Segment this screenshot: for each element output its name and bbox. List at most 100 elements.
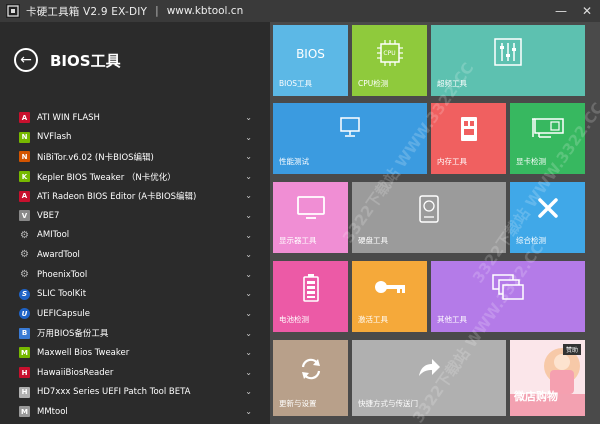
tile-label: BIOS工具 <box>279 79 313 88</box>
tool-item[interactable]: K Kepler BIOS Tweaker （N卡优化） ⌄ <box>0 167 270 187</box>
tile-gpu-check[interactable]: 显卡检测 <box>510 103 585 174</box>
tile-performance[interactable]: 性能测试 <box>273 103 427 174</box>
window-title: 卡硬工具箱 V2.9 EX-DIY <box>26 5 148 18</box>
tool-label: HawaiiBiosReader <box>37 367 114 378</box>
tile-label: 激活工具 <box>358 315 388 324</box>
tool-item[interactable]: U UEFICapsule ⌄ <box>0 304 270 324</box>
tile-label: 显示器工具 <box>279 236 317 245</box>
tile-label: 更新与设置 <box>279 399 317 408</box>
back-arrow-icon[interactable]: ← <box>14 48 38 72</box>
chevron-down-icon[interactable]: ⌄ <box>245 211 252 220</box>
slic-icon: S <box>19 288 30 300</box>
tool-item[interactable]: H HawaiiBiosReader ⌄ <box>0 363 270 383</box>
chevron-down-icon[interactable]: ⌄ <box>245 348 252 357</box>
tile-bios-tools[interactable]: BIOS BIOS工具 <box>273 25 348 96</box>
chevron-down-icon[interactable]: ⌄ <box>245 133 252 142</box>
tile-display[interactable]: 显示器工具 <box>273 182 348 253</box>
chevron-down-icon[interactable]: ⌄ <box>245 309 252 318</box>
app-icon: V <box>19 210 30 222</box>
tool-item[interactable]: A ATI WIN FLASH ⌄ <box>0 108 270 128</box>
tool-item[interactable]: A ATi Radeon BIOS Editor (A卡BIOS编辑) ⌄ <box>0 186 270 206</box>
website-link[interactable]: www.kbtool.cn <box>167 5 244 17</box>
nvidia-icon: K <box>19 171 30 183</box>
display-icon <box>273 195 348 225</box>
mmtool-icon: M <box>19 406 30 418</box>
bios-icon: BIOS <box>296 47 325 61</box>
chevron-down-icon[interactable]: ⌄ <box>245 407 252 416</box>
tile-other-tools[interactable]: 其他工具 <box>431 261 585 332</box>
tool-label: Kepler BIOS Tweaker （N卡优化） <box>37 172 176 183</box>
tile-label: 性能测试 <box>279 157 309 166</box>
nvidia-icon: M <box>19 347 30 359</box>
tile-cpu-check[interactable]: CPU CPU检测 <box>352 25 427 96</box>
sponsor-badge: 赞助 <box>562 344 581 355</box>
tile-label: 超频工具 <box>437 79 467 88</box>
chevron-down-icon[interactable]: ⌄ <box>245 191 252 200</box>
tool-item[interactable]: S SLIC ToolKit ⌄ <box>0 284 270 304</box>
chevron-down-icon[interactable]: ⌄ <box>245 250 252 259</box>
tile-overclock[interactable]: 超频工具 <box>431 25 585 96</box>
sliders-icon <box>431 37 585 71</box>
tile-label: 快捷方式与传送门 <box>358 399 418 408</box>
gear-icon: ⚙ <box>20 229 29 241</box>
gear-icon: ⚙ <box>20 249 29 261</box>
tile-label: CPU检测 <box>358 79 389 88</box>
tile-label: 硬盘工具 <box>358 236 388 245</box>
chevron-down-icon[interactable]: ⌄ <box>245 172 252 181</box>
tool-item[interactable]: ⚙ PhoenixTool ⌄ <box>0 265 270 285</box>
ad-banner[interactable]: 赞助 微店购物 <box>510 340 585 416</box>
tool-label: PhoenixTool <box>37 269 88 280</box>
tile-activation[interactable]: 激活工具 <box>352 261 427 332</box>
left-panel: ← BIOS工具 A ATI WIN FLASH ⌄ N NVFlash ⌄ N NiBi… <box>0 22 270 424</box>
tile-disk[interactable]: 硬盘工具 <box>352 182 506 253</box>
tile-integrated-check[interactable]: 综合检测 <box>510 182 585 253</box>
chevron-down-icon[interactable]: ⌄ <box>245 368 252 377</box>
share-arrow-icon <box>352 356 506 384</box>
title-separator: | <box>155 5 159 17</box>
tool-item[interactable]: V VBE7 ⌄ <box>0 206 270 226</box>
tile-shortcut-portal[interactable]: 快捷方式与传送门 <box>352 340 506 416</box>
tool-item[interactable]: M MMtool ⌄ <box>0 402 270 422</box>
tile-grid: BIOS BIOS工具 CPU CPU检测 超频工具 性能测试 内存工具 显卡检… <box>270 22 600 424</box>
tool-list: A ATI WIN FLASH ⌄ N NVFlash ⌄ N NiBiTor.v6.02… <box>0 108 270 422</box>
tile-update-settings[interactable]: 更新与设置 <box>273 340 348 416</box>
tool-label: HD7xxx Series UEFI Patch Tool BETA <box>37 387 191 398</box>
tool-label: NVFlash <box>37 132 72 143</box>
minimize-button[interactable]: — <box>548 0 574 22</box>
chevron-down-icon[interactable]: ⌄ <box>245 387 252 396</box>
tool-item[interactable]: N NiBiTor.v6.02 (N卡BIOS编辑) ⌄ <box>0 147 270 167</box>
chevron-down-icon[interactable]: ⌄ <box>245 329 252 338</box>
chevron-down-icon[interactable]: ⌄ <box>245 152 252 161</box>
hard-disk-icon <box>352 194 506 228</box>
tile-memory[interactable]: 内存工具 <box>431 103 506 174</box>
tool-label: NiBiTor.v6.02 (N卡BIOS编辑) <box>37 152 154 163</box>
tool-item[interactable]: ⚙ AwardTool ⌄ <box>0 245 270 265</box>
patch-icon: H <box>19 386 30 398</box>
monitor-icon <box>273 115 427 143</box>
tool-label: AwardTool <box>37 249 80 260</box>
ati-icon: H <box>19 367 30 379</box>
tool-label: VBE7 <box>37 210 60 221</box>
tool-item[interactable]: N NVFlash ⌄ <box>0 128 270 148</box>
nvidia-icon: N <box>19 131 30 143</box>
app-logo-icon <box>6 4 20 18</box>
chevron-down-icon[interactable]: ⌄ <box>245 231 252 240</box>
tool-item[interactable]: M Maxwell Bios Tweaker ⌄ <box>0 343 270 363</box>
tool-item[interactable]: ⚙ AMITool ⌄ <box>0 226 270 246</box>
chevron-down-icon[interactable]: ⌄ <box>245 270 252 279</box>
tool-label: ATI WIN FLASH <box>37 112 100 123</box>
gear-icon: ⚙ <box>20 269 29 281</box>
uefi-icon: U <box>19 308 30 320</box>
tile-label: 电池检测 <box>279 315 309 324</box>
chevron-down-icon[interactable]: ⌄ <box>245 289 252 298</box>
tool-item[interactable]: H HD7xxx Series UEFI Patch Tool BETA ⌄ <box>0 382 270 402</box>
tile-battery[interactable]: 电池检测 <box>273 261 348 332</box>
tool-label: Maxwell Bios Tweaker <box>37 347 130 358</box>
close-button[interactable]: ✕ <box>574 0 600 22</box>
tile-label: 其他工具 <box>437 315 467 324</box>
windows-icon <box>431 273 585 305</box>
tool-item[interactable]: B 万用BIOS备份工具 ⌄ <box>0 324 270 344</box>
title-bar: 卡硬工具箱 V2.9 EX-DIY | www.kbtool.cn — ✕ <box>0 0 600 22</box>
chevron-down-icon[interactable]: ⌄ <box>245 113 252 122</box>
section-title: BIOS工具 <box>50 51 121 70</box>
